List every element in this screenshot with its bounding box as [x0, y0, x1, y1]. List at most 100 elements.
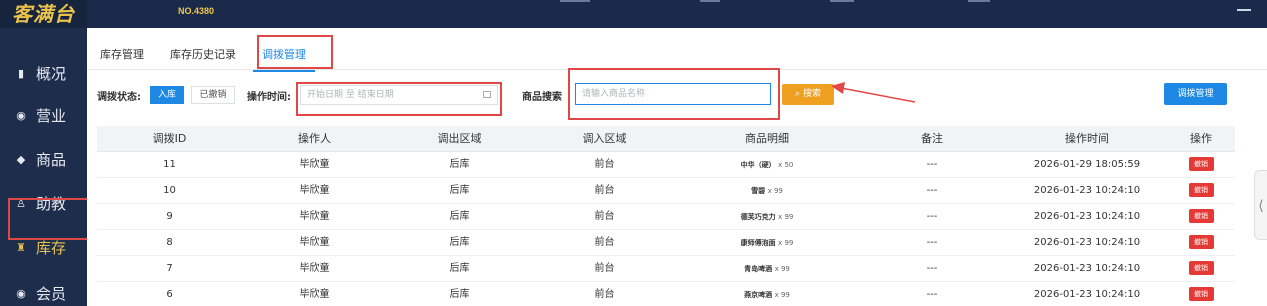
- circle-icon: ◉: [16, 108, 26, 122]
- main-content: 库存管理 库存历史记录 调拨管理 调拨状态: 入库 已撤销 操作时间: 开始日期…: [87, 28, 1267, 306]
- store-number: NO.4380: [178, 6, 215, 16]
- cell-note: ---: [926, 237, 938, 248]
- cell-item: 燕京啤酒 x 99: [677, 282, 857, 306]
- table-row: 10 毕欣童 后库 前台 雪碧 x 99 --- 2026-01-23 10:2…: [97, 178, 1235, 204]
- col-header-id: 调拨ID: [152, 132, 187, 145]
- col-header-item: 商品明细: [745, 132, 789, 145]
- top-decor-3: [830, 0, 854, 2]
- cell-id: 8: [166, 237, 173, 248]
- cell-time: 2026-01-23 10:24:10: [1033, 237, 1141, 248]
- sidebar: ▮ 概况 ◉ 营业 ◆ 商品 ♙ 助教 ♜ 库存 ◉ 会员: [0, 28, 87, 306]
- revoke-button[interactable]: 撤销: [1188, 157, 1214, 171]
- status-in-button[interactable]: 入库: [150, 86, 184, 104]
- sidebar-item-business[interactable]: ◉ 营业: [0, 94, 87, 136]
- annotation-box-date: [296, 82, 502, 116]
- cell-note: ---: [926, 159, 938, 170]
- sidebar-item-members[interactable]: ◉ 会员: [0, 272, 87, 306]
- cell-item: 德芙巧克力 x 99: [677, 204, 857, 230]
- table-row: 9 毕欣童 后库 前台 德芙巧克力 x 99 --- 2026-01-23 10…: [97, 204, 1235, 230]
- top-decor-4: [968, 0, 990, 2]
- table-row: 8 毕欣童 后库 前台 康师傅泡面 x 99 --- 2026-01-23 10…: [97, 230, 1235, 256]
- item-name: 中华（硬）: [740, 161, 776, 169]
- app-root: 客满台 NO.4380 ▮ 概况 ◉ 营业 ◆ 商品 ♙ 助教 ♜ 库存 ◉ 会…: [0, 0, 1267, 306]
- col-header-time: 操作时间: [1065, 132, 1109, 145]
- col-header-from: 调出区域: [437, 132, 482, 145]
- table-row: 6 毕欣童 后库 前台 燕京啤酒 x 99 --- 2026-01-23 10:…: [97, 282, 1235, 306]
- sidebar-item-products[interactable]: ◆ 商品: [0, 138, 87, 180]
- annotation-box-sidebar: [8, 198, 92, 240]
- cell-action: 撤销: [1167, 178, 1235, 204]
- revoke-button[interactable]: 撤销: [1188, 261, 1214, 275]
- cell-action: 撤销: [1167, 256, 1235, 282]
- cell-to: 前台: [594, 159, 615, 170]
- cell-time: 2026-01-23 10:24:10: [1033, 263, 1141, 274]
- item-name: 青岛啤酒: [744, 265, 773, 273]
- sidebar-item-label: 概况: [36, 64, 67, 83]
- cell-id: 11: [163, 159, 176, 170]
- tag-icon: ◆: [16, 152, 26, 166]
- cell-item: 康师傅泡面 x 99: [677, 230, 857, 256]
- annotation-box-tab: [257, 35, 333, 69]
- cell-note: ---: [926, 263, 938, 274]
- transfer-manage-button[interactable]: 调拨管理: [1164, 83, 1227, 105]
- time-label: 操作时间:: [247, 92, 291, 103]
- transfer-table: 调拨ID 操作人 调出区域 调入区域 商品明细 备注 操作时间 操作 11 毕欣…: [97, 126, 1235, 306]
- cell-note: ---: [926, 211, 938, 222]
- cell-from: 后库: [449, 211, 470, 222]
- active-tab-indicator: [253, 70, 315, 72]
- cell-from: 后库: [449, 185, 470, 196]
- cell-to: 前台: [594, 263, 615, 274]
- cell-to: 前台: [594, 237, 615, 248]
- cell-from: 后库: [449, 159, 470, 170]
- item-qty: x 99: [774, 291, 790, 299]
- sidebar-item-label: 营业: [36, 106, 67, 125]
- top-decor-1: [560, 0, 590, 2]
- item-name: 雪碧: [751, 187, 766, 195]
- tab-inventory[interactable]: 库存管理: [100, 46, 144, 62]
- search-button-label: 搜索: [802, 89, 821, 99]
- cell-id: 10: [163, 185, 176, 196]
- item-name: 燕京啤酒: [744, 291, 773, 299]
- cell-id: 7: [166, 263, 173, 274]
- search-icon: ⌕: [795, 89, 803, 99]
- cell-from: 后库: [449, 289, 470, 300]
- item-qty: x 50: [778, 161, 794, 169]
- cell-note: ---: [926, 185, 938, 196]
- status-cancelled-button[interactable]: 已撤销: [191, 86, 235, 104]
- cell-note: ---: [926, 289, 938, 300]
- cell-id: 9: [166, 211, 173, 222]
- item-qty: x 99: [778, 239, 794, 247]
- menu-icon[interactable]: [1237, 2, 1251, 11]
- cell-operator: 毕欣童: [299, 185, 330, 196]
- member-icon: ◉: [16, 286, 26, 300]
- cell-action: 撤销: [1167, 230, 1235, 256]
- collapse-handle[interactable]: ⟨: [1254, 170, 1267, 240]
- brand-logo: 客满台: [0, 0, 87, 28]
- revoke-button[interactable]: 撤销: [1188, 287, 1214, 301]
- cell-operator: 毕欣童: [299, 211, 330, 222]
- col-header-action: 操作: [1190, 132, 1212, 145]
- revoke-button[interactable]: 撤销: [1188, 183, 1214, 197]
- revoke-button[interactable]: 撤销: [1188, 235, 1214, 249]
- item-qty: x 99: [767, 187, 783, 195]
- tab-inventory-history[interactable]: 库存历史记录: [170, 46, 236, 62]
- cell-time: 2026-01-23 10:24:10: [1033, 289, 1141, 300]
- cell-action: 撤销: [1167, 282, 1235, 306]
- chevron-left-icon: ⟨: [1258, 198, 1264, 214]
- sidebar-item-overview[interactable]: ▮ 概况: [0, 52, 87, 94]
- cell-item: 中华（硬） x 50: [677, 152, 857, 178]
- revoke-button[interactable]: 撤销: [1188, 209, 1214, 223]
- search-label: 商品搜索: [522, 92, 562, 103]
- cell-from: 后库: [449, 263, 470, 274]
- cell-item: 雪碧 x 99: [677, 178, 857, 204]
- status-label: 调拨状态:: [97, 92, 141, 103]
- sidebar-item-label: 商品: [36, 150, 67, 169]
- table-row: 7 毕欣童 后库 前台 青岛啤酒 x 99 --- 2026-01-23 10:…: [97, 256, 1235, 282]
- top-decor-2: [700, 0, 720, 2]
- item-name: 德芙巧克力: [740, 213, 776, 221]
- table-row: 11 毕欣童 后库 前台 中华（硬） x 50 --- 2026-01-29 1…: [97, 152, 1235, 178]
- item-name: 康师傅泡面: [740, 239, 776, 247]
- cell-action: 撤销: [1167, 152, 1235, 178]
- cell-id: 6: [166, 289, 173, 300]
- cell-item: 青岛啤酒 x 99: [677, 256, 857, 282]
